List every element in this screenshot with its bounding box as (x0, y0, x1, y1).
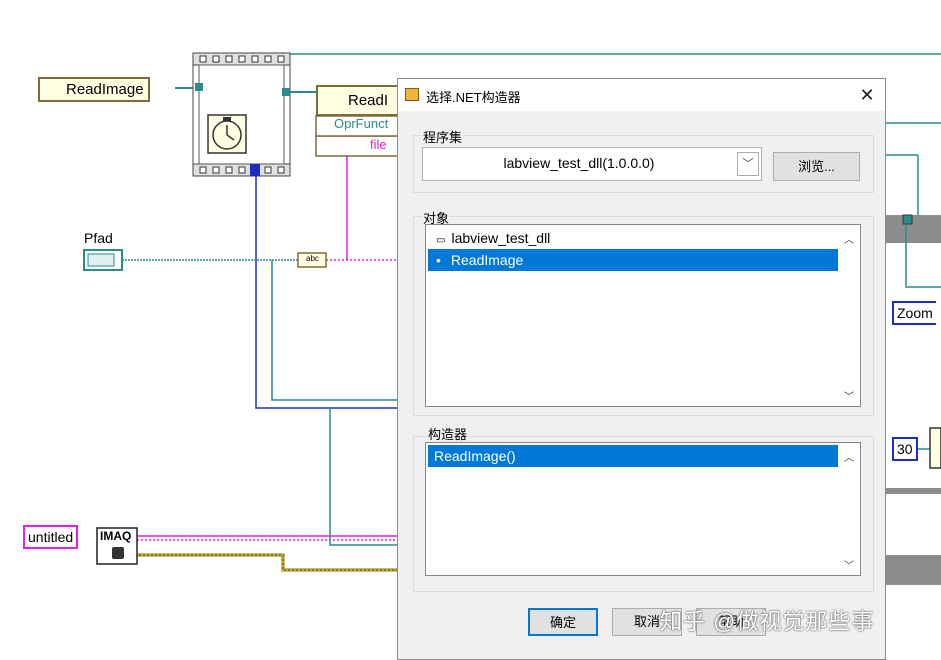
untitled-constant[interactable]: untitled (23, 525, 79, 549)
select-net-constructor-dialog: 选择.NET构造器 ✕ 程序集 labview_test_dll(1.0.0.0… (397, 78, 886, 660)
scroll-up-icon[interactable]: ︿ (842, 231, 856, 246)
close-button[interactable]: ✕ (849, 79, 885, 111)
abc-label: abc (306, 254, 319, 263)
close-icon: ✕ (859, 85, 875, 105)
dialog-titlebar[interactable]: 选择.NET构造器 ✕ (398, 79, 885, 111)
scroll-up-icon[interactable]: ︿ (842, 449, 856, 464)
thirty-constant[interactable]: 30 (892, 437, 918, 461)
constructor-node-label: ReadI (348, 92, 389, 109)
pfad-label: Pfad (84, 230, 113, 246)
untitled-label: untitled (28, 529, 74, 545)
zoom-label: Zoom (897, 305, 933, 321)
bullet-icon: • (436, 252, 441, 268)
imaq-label: IMAQ (100, 529, 132, 543)
labview-icon (405, 88, 419, 101)
ok-label: 确定 (549, 615, 576, 630)
assembly-value: labview_test_dll(1.0.0.0) (503, 155, 655, 171)
list-item[interactable]: ReadImage() (428, 445, 838, 467)
opr-func-label: OprFunct (334, 116, 389, 131)
zoom-indicator[interactable]: Zoom (892, 301, 936, 325)
dialog-title: 选择.NET构造器 (426, 90, 521, 105)
scroll-down-icon[interactable]: ﹀ (842, 388, 856, 403)
assembly-group-label: 程序集 (422, 127, 464, 146)
class-icon: ▭ (436, 235, 446, 246)
chevron-down-icon[interactable]: ﹀ (737, 152, 759, 176)
ok-button[interactable]: 确定 (528, 608, 598, 636)
watermark: 知乎 @做视觉那些事 (660, 609, 875, 634)
constructor-group-label: 构造器 (427, 424, 469, 443)
list-item-label: labview_test_dll (451, 230, 551, 246)
constructor-node[interactable]: ReadI (316, 85, 398, 116)
list-item[interactable]: ▭ labview_test_dll (428, 227, 838, 249)
constructor-list[interactable]: ReadImage() ︿ ﹀ (425, 442, 861, 576)
readimage-constant-label: ReadImage (66, 81, 144, 98)
scroll-down-icon[interactable]: ﹀ (842, 557, 856, 572)
list-item[interactable]: • ReadImage (428, 249, 838, 271)
readimage-constant[interactable]: ReadImage (38, 77, 150, 102)
browse-button[interactable]: 浏览... (773, 152, 860, 181)
list-item-label: ReadImage (450, 252, 524, 268)
browse-label: 浏览... (798, 159, 835, 174)
list-item-label: ReadImage() (434, 448, 516, 464)
thirty-label: 30 (897, 441, 913, 457)
file-label: file (370, 137, 387, 152)
object-list[interactable]: ▭ labview_test_dll • ReadImage ︿ ﹀ (425, 224, 861, 407)
assembly-dropdown[interactable]: labview_test_dll(1.0.0.0) ﹀ (422, 147, 762, 181)
cancel-label: 取消 (633, 614, 660, 629)
